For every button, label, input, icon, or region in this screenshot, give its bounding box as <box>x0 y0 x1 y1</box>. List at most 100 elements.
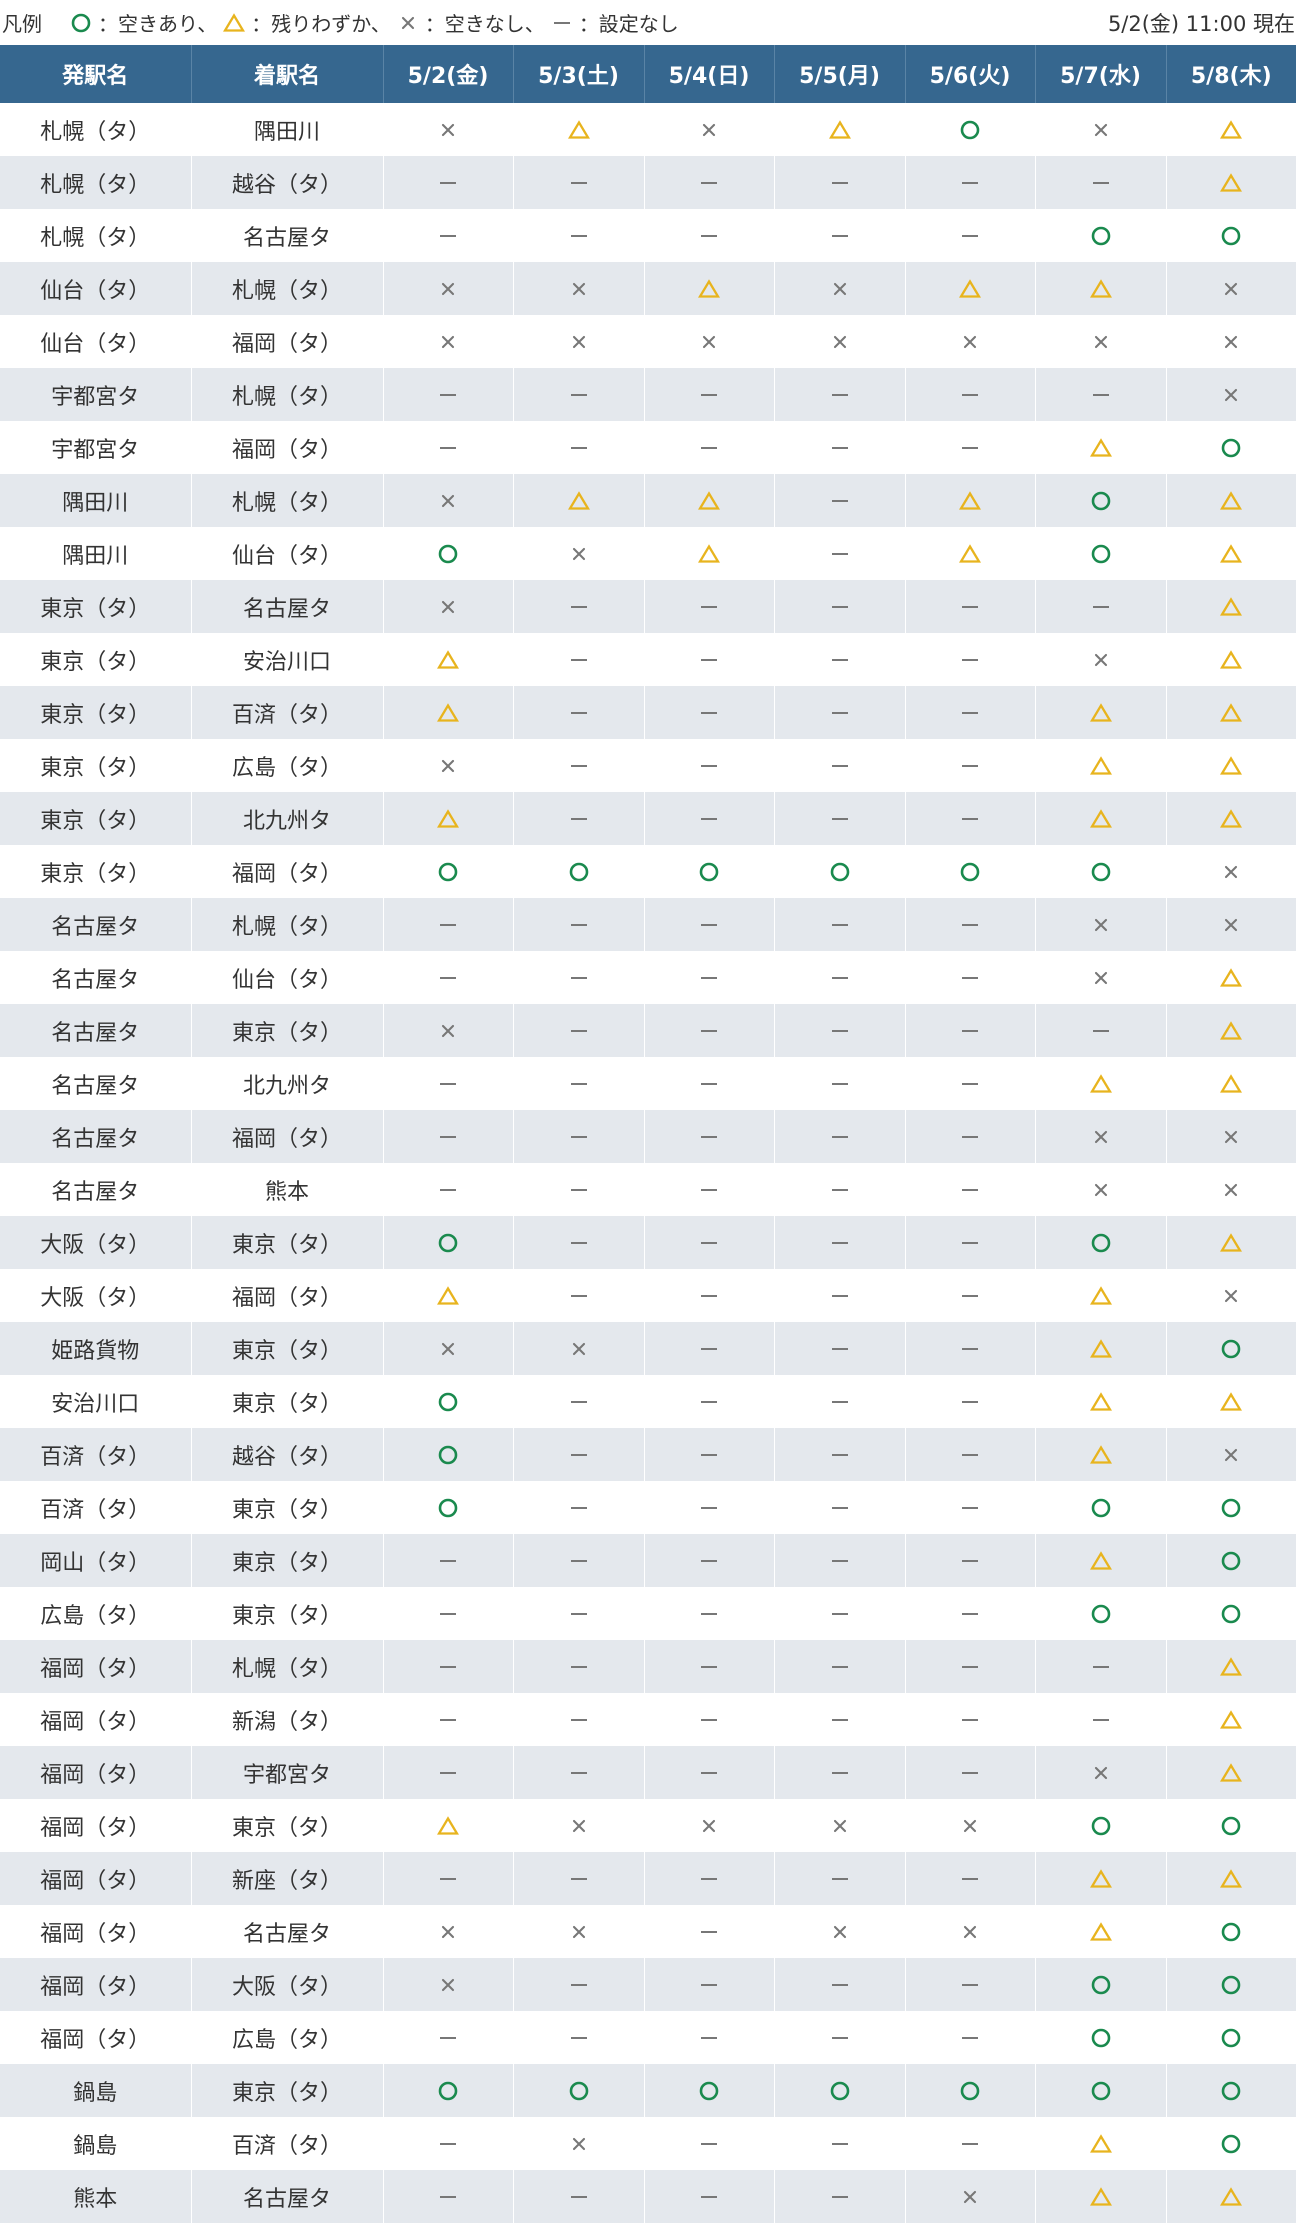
destination-station: 広島（タ） <box>190 739 383 792</box>
few-left-triangle-icon <box>512 474 644 527</box>
no-service-dash-icon <box>382 1163 513 1216</box>
few-left-triangle-icon <box>1034 2117 1166 2170</box>
no-service-dash-icon <box>1034 1640 1166 1693</box>
no-service-dash-icon <box>512 1163 644 1216</box>
origin-station: 札幌（タ） <box>40 225 151 251</box>
destination-station: 福岡（タ） <box>190 845 383 898</box>
no-service-dash-icon <box>773 1746 905 1799</box>
no-service-dash-icon <box>382 1693 513 1746</box>
legend-bar: 凡例 ：空きあり、 ：残りわずか、 ：空きなし、 ：設定なし 5/2(金) 11… <box>0 0 1296 45</box>
no-service-dash-icon <box>773 2170 905 2223</box>
legend-title: 凡例 <box>2 12 42 36</box>
destination-station: 札幌（タ） <box>190 262 383 315</box>
origin-station: 札幌（タ） <box>40 172 151 198</box>
table-row: 福岡（タ） 新座（タ） <box>0 1852 1296 1905</box>
destination-station: 名古屋タ <box>190 2170 383 2223</box>
origin-station: 隅田川 <box>62 490 129 516</box>
origin-station: 名古屋タ <box>51 914 140 940</box>
no-service-dash-icon <box>904 686 1035 739</box>
no-service-dash-icon <box>773 527 905 580</box>
available-circle-icon <box>1165 1799 1296 1852</box>
few-left-triangle-icon <box>643 262 774 315</box>
origin-station: 熊本 <box>73 2186 118 2212</box>
col-header-date: 5/3(土) <box>512 45 644 103</box>
no-service-dash-icon <box>512 686 644 739</box>
few-left-triangle-icon <box>1165 1852 1296 1905</box>
full-cross-icon <box>512 1905 644 1958</box>
few-left-triangle-icon <box>512 103 644 156</box>
table-row: 東京（タ） 広島（タ） <box>0 739 1296 792</box>
destination-station: 新座（タ） <box>190 1852 383 1905</box>
origin-station: 名古屋タ <box>51 967 140 993</box>
few-left-triangle-icon <box>1034 1057 1166 1110</box>
full-cross-icon <box>512 315 644 368</box>
full-cross-icon <box>382 1905 513 1958</box>
few-left-triangle-icon <box>382 1269 513 1322</box>
no-service-dash-icon <box>643 898 774 951</box>
col-header-date: 5/2(金) <box>382 45 513 103</box>
no-service-dash-icon <box>643 1852 774 1905</box>
destination-station: 百済（タ） <box>190 686 383 739</box>
origin-station: 百済（タ） <box>40 1497 151 1523</box>
few-left-triangle-icon <box>1034 421 1166 474</box>
destination-station: 東京（タ） <box>190 1216 383 1269</box>
full-cross-icon <box>1034 951 1166 1004</box>
few-left-triangle-icon <box>1165 792 1296 845</box>
origin-station: 宇都宮タ <box>51 384 140 410</box>
no-service-dash-icon <box>643 2011 774 2064</box>
few-left-triangle-icon <box>904 262 1035 315</box>
table-row: 名古屋タ 札幌（タ） <box>0 898 1296 951</box>
available-circle-icon <box>382 1375 513 1428</box>
full-cross-icon <box>382 739 513 792</box>
few-left-triangle-icon <box>1165 156 1296 209</box>
no-service-dash-icon <box>382 1640 513 1693</box>
origin-station: 東京（タ） <box>40 702 151 728</box>
no-service-dash-icon <box>382 1110 513 1163</box>
destination-station: 札幌（タ） <box>190 368 383 421</box>
no-service-dash-icon <box>904 2117 1035 2170</box>
table-row: 広島（タ） 東京（タ） <box>0 1587 1296 1640</box>
no-service-dash-icon <box>773 2117 905 2170</box>
destination-station: 仙台（タ） <box>190 527 383 580</box>
full-cross-icon <box>382 580 513 633</box>
available-circle-icon <box>382 2064 513 2117</box>
available-circle-icon <box>68 10 94 36</box>
few-left-triangle-icon <box>904 474 1035 527</box>
no-service-dash-icon <box>773 898 905 951</box>
origin-station: 福岡（タ） <box>40 1868 151 1894</box>
no-service-dash-icon <box>773 1375 905 1428</box>
few-left-triangle-icon <box>1034 686 1166 739</box>
origin-station: 大阪（タ） <box>40 1285 151 1311</box>
table-row: 福岡（タ） 東京（タ） <box>0 1799 1296 1852</box>
available-circle-icon <box>1165 1905 1296 1958</box>
table-row: 隅田川 札幌（タ） <box>0 474 1296 527</box>
full-cross-icon <box>382 474 513 527</box>
full-cross-icon <box>1165 845 1296 898</box>
destination-station: 東京（タ） <box>190 1375 383 1428</box>
availability-table: 発駅名 着駅名 5/2(金) 5/3(土) 5/4(日) 5/5(月) 5/6(… <box>0 45 1296 2223</box>
no-service-dash-icon <box>512 898 644 951</box>
no-service-dash-icon <box>904 633 1035 686</box>
origin-station: 福岡（タ） <box>40 1656 151 1682</box>
available-circle-icon <box>382 1481 513 1534</box>
no-service-dash-icon <box>643 156 774 209</box>
available-circle-icon <box>904 103 1035 156</box>
few-left-triangle-icon <box>1165 2170 1296 2223</box>
destination-station: 福岡（タ） <box>190 1269 383 1322</box>
few-left-triangle-icon <box>382 633 513 686</box>
no-service-dash-icon <box>773 1534 905 1587</box>
no-service-dash-icon <box>904 1428 1035 1481</box>
available-circle-icon <box>1165 1534 1296 1587</box>
destination-station: 仙台（タ） <box>190 951 383 1004</box>
origin-station: 東京（タ） <box>40 755 151 781</box>
no-service-dash-icon <box>773 421 905 474</box>
destination-station: 越谷（タ） <box>190 1428 383 1481</box>
no-service-dash-icon <box>382 951 513 1004</box>
no-service-dash-icon <box>773 1481 905 1534</box>
col-header-date: 5/6(火) <box>904 45 1035 103</box>
origin-station: 鍋島 <box>73 2133 118 2159</box>
legend-label-available: ：空きあり、 <box>98 12 218 36</box>
full-cross-icon <box>1034 1163 1166 1216</box>
table-row: 名古屋タ 北九州タ <box>0 1057 1296 1110</box>
few-left-triangle-icon <box>1165 739 1296 792</box>
